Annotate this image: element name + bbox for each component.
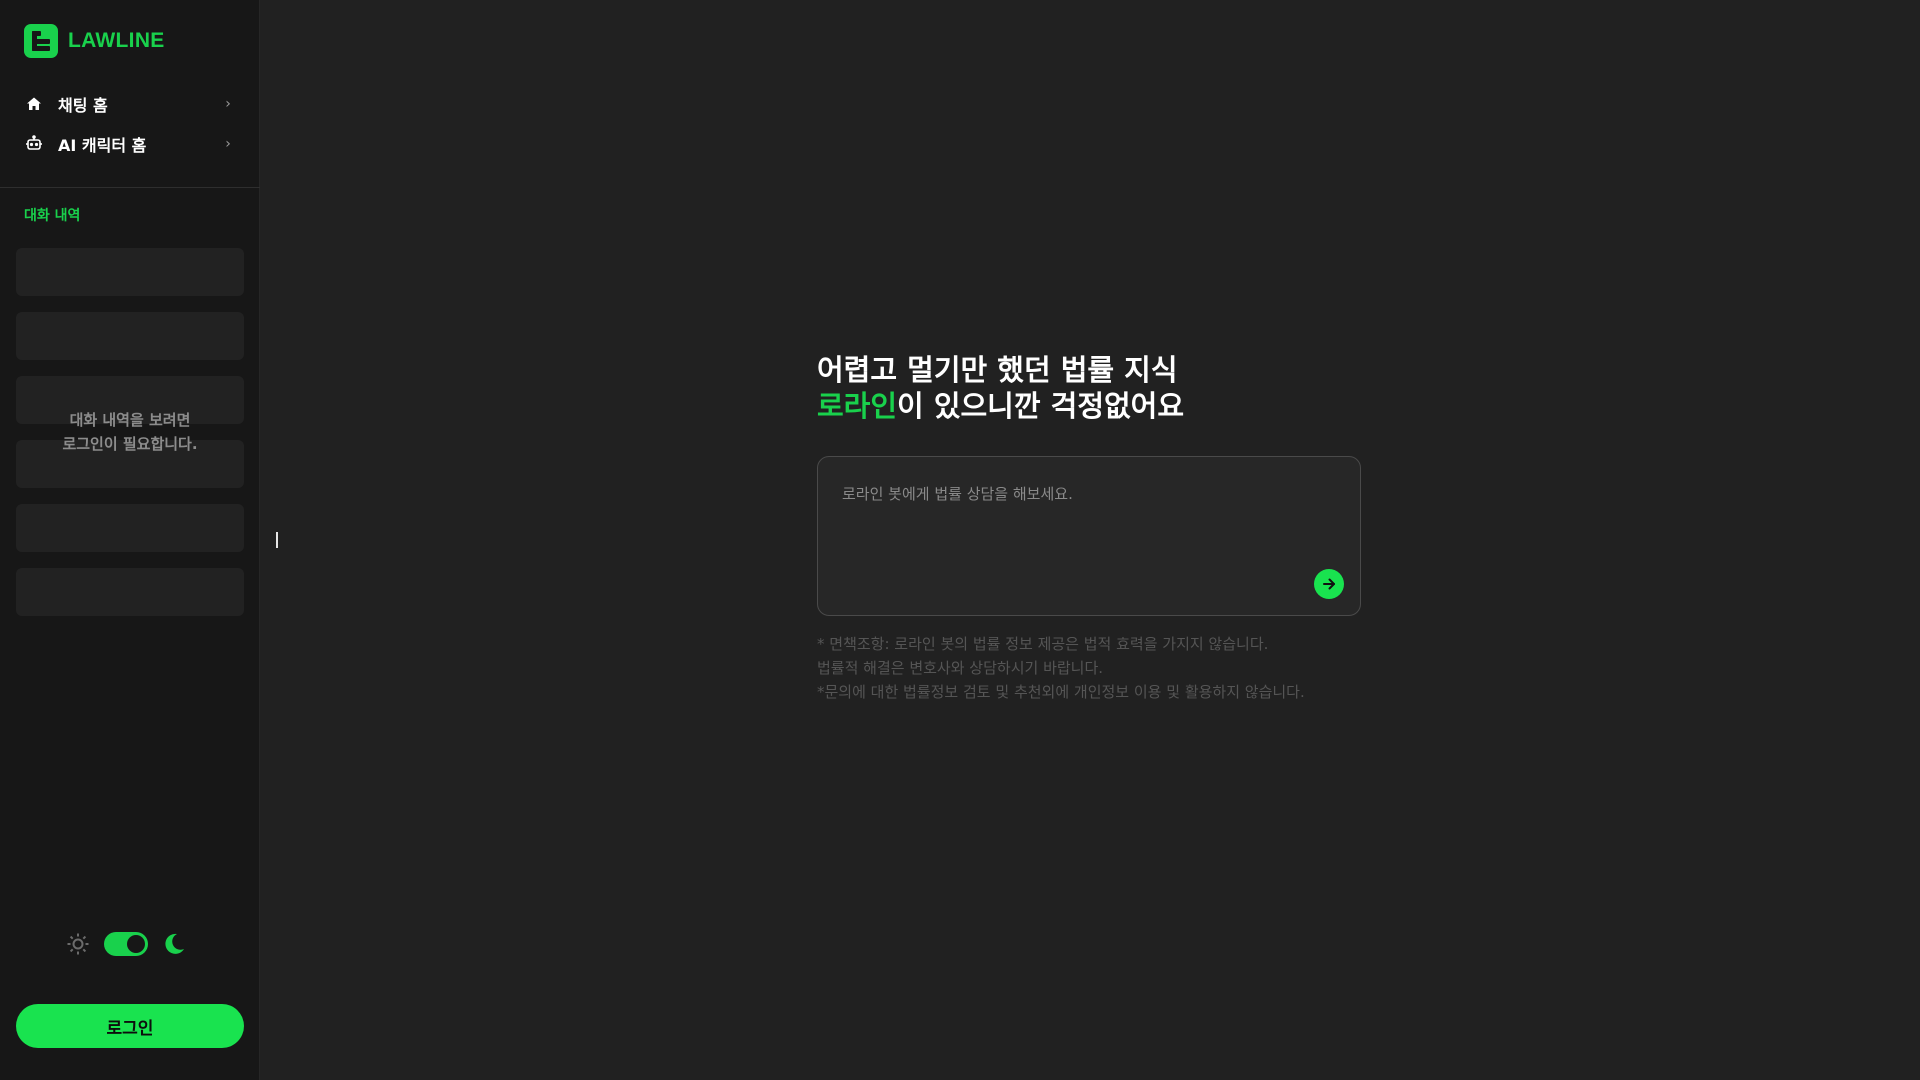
nav-item-label: 채팅 홈 [58,96,108,115]
disclaimer-line: * 면책조항: 로라인 봇의 법률 정보 제공은 법적 효력을 가지지 않습니다… [817,635,1269,653]
brand-name: LAWLINE [68,29,165,52]
text-cursor-indicator [276,532,278,548]
history-skeleton-item [16,248,244,296]
hero-brand-accent: 로라인 [817,389,898,423]
home-icon [24,94,44,114]
send-button[interactable] [1314,569,1344,599]
sidebar-divider [0,187,260,188]
dark-mode-toggle[interactable] [104,932,148,956]
disclaimer-line: 법률적 해결은 변호사와 상담하시기 바랍니다. [817,659,1104,677]
chat-prompt-box [817,456,1361,616]
hero-line-2-text: 이 있으니깐 걱정없어요 [897,389,1185,423]
sidebar: LAWLINE 채팅 홈 › AI 캐릭터 홈 › 대화 내역 대화 내역을 보… [0,0,260,1080]
history-section-title: 대화 내역 [24,208,81,224]
brand-logo[interactable]: LAWLINE [24,24,165,58]
sidebar-nav: 채팅 홈 › AI 캐릭터 홈 › [16,84,244,164]
hero-line-2: 로라인이 있으니깐 걱정없어요 [817,388,1377,424]
disclaimer-line: *문의에 대한 법률정보 검토 및 추천외에 개인정보 이용 및 활용하지 않습… [817,683,1305,701]
chat-input[interactable] [842,483,1322,563]
hero-line-1: 어렵고 멀기만 했던 법률 지식 [817,353,1178,387]
history-message-line: 로그인이 필요합니다. [62,435,198,453]
toggle-knob [127,935,145,953]
sun-icon[interactable] [66,932,90,956]
login-button[interactable]: 로그인 [16,1004,244,1048]
chevron-right-icon: › [225,136,231,152]
history-message-line: 대화 내역을 보려면 [69,411,191,429]
nav-item-ai-character-home[interactable]: AI 캐릭터 홈 › [16,124,244,164]
nav-item-label: AI 캐릭터 홈 [58,136,147,155]
moon-icon[interactable] [162,932,186,956]
disclaimer: * 면책조항: 로라인 봇의 법률 정보 제공은 법적 효력을 가지지 않습니다… [817,632,1365,704]
history-skeleton-item [16,312,244,360]
robot-icon [24,134,44,154]
nav-item-chat-home[interactable]: 채팅 홈 › [16,84,244,124]
app: LAWLINE 채팅 홈 › AI 캐릭터 홈 › 대화 내역 대화 내역을 보… [0,0,1920,1080]
history-skeleton-item [16,568,244,616]
arrow-right-icon [1323,578,1335,590]
chevron-right-icon: › [225,96,231,112]
hero-heading: 어렵고 멀기만 했던 법률 지식 로라인이 있으니깐 걱정없어요 [817,352,1377,424]
history-login-required-message: 대화 내역을 보려면 로그인이 필요합니다. [16,408,244,456]
lawline-logo-icon [24,24,58,58]
theme-switcher [66,928,196,960]
history-skeleton-item [16,504,244,552]
